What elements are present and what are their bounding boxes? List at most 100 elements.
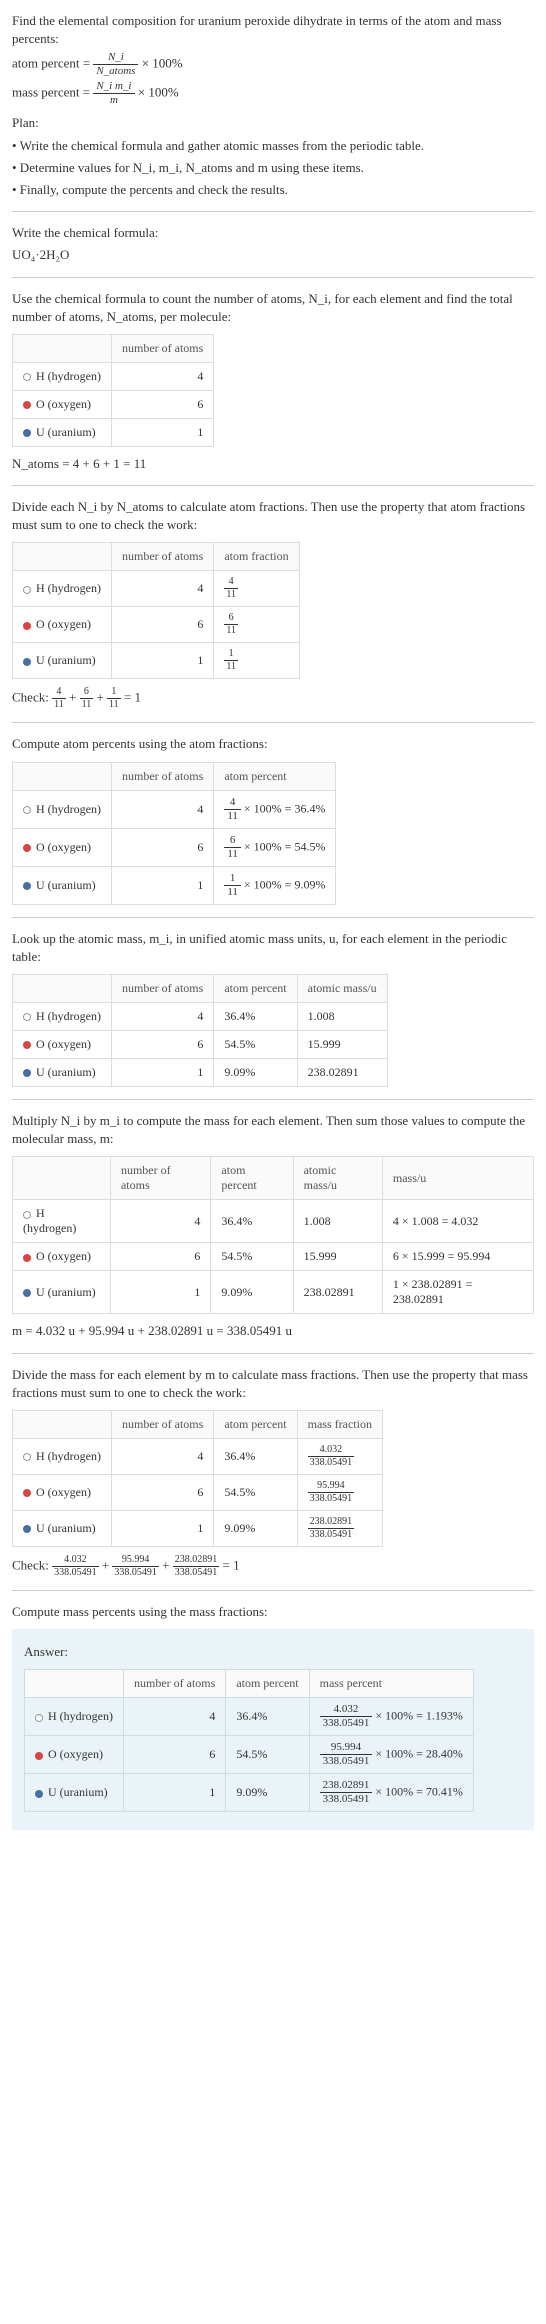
cell-value: 6 — [123, 1736, 225, 1774]
check-line: Check: 411 + 611 + 111 = 1 — [12, 687, 534, 710]
divider — [12, 485, 534, 486]
step1-section: Write the chemical formula: UO₄·2H₂O — [12, 224, 534, 264]
divider — [12, 1590, 534, 1591]
col-header: number of atoms — [111, 975, 213, 1003]
cell-value: 4 — [111, 790, 213, 828]
cell-percent: 611 × 100% = 54.5% — [214, 828, 336, 866]
divider — [12, 722, 534, 723]
step7-text: Divide the mass for each element by m to… — [12, 1366, 534, 1402]
cell-value: 6 × 15.999 = 95.994 — [382, 1243, 533, 1271]
cell-value: 6 — [111, 390, 213, 418]
table-row: O (oxygen) 6 611 — [13, 607, 300, 643]
cell-value: 36.4% — [214, 1003, 297, 1031]
step2-section: Use the chemical formula to count the nu… — [12, 290, 534, 474]
element-dot-u — [23, 429, 31, 437]
element-label: H (hydrogen) — [23, 1206, 76, 1235]
element-dot-h — [23, 586, 31, 594]
cell-value: 1 — [111, 866, 213, 904]
element-dot-u — [23, 1069, 31, 1077]
step7-section: Divide the mass for each element by m to… — [12, 1366, 534, 1578]
element-label: H (hydrogen) — [36, 1009, 101, 1023]
element-dot-o — [35, 1752, 43, 1760]
atomic-mass-table: number of atomsatom percentatomic mass/u… — [12, 974, 388, 1087]
cell-value: 4 — [111, 1438, 213, 1474]
table-row: O (oxygen) 6 54.5% 15.999 6 × 15.999 = 9… — [13, 1243, 534, 1271]
plan-heading: Plan: — [12, 114, 534, 132]
element-label: U (uranium) — [48, 1785, 108, 1799]
element-dot-o — [23, 1254, 31, 1262]
cell-value: 4 — [110, 1200, 210, 1243]
element-dot-u — [23, 1289, 31, 1297]
cell-value: 54.5% — [226, 1736, 309, 1774]
element-label: U (uranium) — [36, 1065, 96, 1079]
cell-value: 6 — [111, 828, 213, 866]
element-dot-o — [23, 622, 31, 630]
table-row: H (hydrogen) 4 36.4% 1.008 4 × 1.008 = 4… — [13, 1200, 534, 1243]
element-label: O (oxygen) — [36, 1249, 91, 1263]
element-label: H (hydrogen) — [48, 1709, 113, 1723]
cell-value: 1.008 — [293, 1200, 382, 1243]
element-label: U (uranium) — [36, 1521, 96, 1535]
col-header: atom percent — [214, 1410, 297, 1438]
divider — [12, 1353, 534, 1354]
cell-value: 6 — [110, 1243, 210, 1271]
step5-text: Look up the atomic mass, m_i, in unified… — [12, 930, 534, 966]
cell-fraction: 95.994338.05491 — [297, 1474, 382, 1510]
chemical-formula: UO₄·2H₂O — [12, 246, 534, 264]
plan-bullet: • Finally, compute the percents and chec… — [12, 181, 534, 199]
element-dot-o — [23, 844, 31, 852]
cell-value: 36.4% — [214, 1438, 297, 1474]
cell-value: 15.999 — [297, 1031, 387, 1059]
element-dot-u — [23, 1525, 31, 1533]
col-header: number of atoms — [123, 1670, 225, 1698]
col-header: atomic mass/u — [297, 975, 387, 1003]
col-header: number of atoms — [111, 334, 213, 362]
table-row: U (uranium) 1 — [13, 418, 214, 446]
divider — [12, 211, 534, 212]
cell-value: 1 — [111, 418, 213, 446]
divider — [12, 1099, 534, 1100]
step4-text: Compute atom percents using the atom fra… — [12, 735, 534, 753]
table-row: O (oxygen) 6 — [13, 390, 214, 418]
natoms-sum: N_atoms = 4 + 6 + 1 = 11 — [12, 455, 534, 473]
cell-value: 4 — [111, 362, 213, 390]
cell-value: 36.4% — [211, 1200, 293, 1243]
mass-percent-formula: mass percent = N_i m_i m × 100% — [12, 81, 534, 106]
element-dot-u — [35, 1790, 43, 1798]
cell-value: 15.999 — [293, 1243, 382, 1271]
answer-heading: Answer: — [24, 1643, 522, 1661]
cell-value: 54.5% — [211, 1243, 293, 1271]
step6-text: Multiply N_i by m_i to compute the mass … — [12, 1112, 534, 1148]
cell-value: 54.5% — [214, 1474, 297, 1510]
table-row: U (uranium) 1 9.09% 238.02891338.05491 ×… — [25, 1774, 474, 1812]
table-row: H (hydrogen) 4 36.4% 1.008 — [13, 1003, 388, 1031]
cell-value: 4 × 1.008 = 4.032 — [382, 1200, 533, 1243]
element-label: U (uranium) — [36, 653, 96, 667]
table-row: U (uranium) 1 111 — [13, 643, 300, 679]
cell-value: 1 × 238.02891 = 238.02891 — [382, 1271, 533, 1314]
col-header: number of atoms — [111, 762, 213, 790]
cell-value: 1 — [123, 1774, 225, 1812]
cell-value: 238.02891 — [297, 1059, 387, 1087]
cell-value: 1 — [111, 1510, 213, 1546]
cell-mass-percent: 4.032338.05491 × 100% = 1.193% — [309, 1698, 473, 1736]
step1-heading: Write the chemical formula: — [12, 224, 534, 242]
element-dot-h — [23, 1211, 31, 1219]
divider — [12, 917, 534, 918]
answer-box: Answer: number of atomsatom percentmass … — [12, 1629, 534, 1830]
cell-value: 1 — [111, 1059, 213, 1087]
cell-fraction: 4.032338.05491 — [297, 1438, 382, 1474]
element-dot-u — [23, 658, 31, 666]
check-line: Check: 4.032338.05491 + 95.994338.05491 … — [12, 1555, 534, 1578]
element-label: O (oxygen) — [36, 1485, 91, 1499]
plan-bullet: • Write the chemical formula and gather … — [12, 137, 534, 155]
cell-value: 1 — [110, 1271, 210, 1314]
table-row: O (oxygen) 6 611 × 100% = 54.5% — [13, 828, 336, 866]
col-header: atomic mass/u — [293, 1157, 382, 1200]
step4-section: Compute atom percents using the atom fra… — [12, 735, 534, 904]
table-row: H (hydrogen) 4 411 × 100% = 36.4% — [13, 790, 336, 828]
element-label: H (hydrogen) — [36, 369, 101, 383]
cell-value: 6 — [111, 1474, 213, 1510]
element-label: H (hydrogen) — [36, 802, 101, 816]
element-dot-o — [23, 1041, 31, 1049]
